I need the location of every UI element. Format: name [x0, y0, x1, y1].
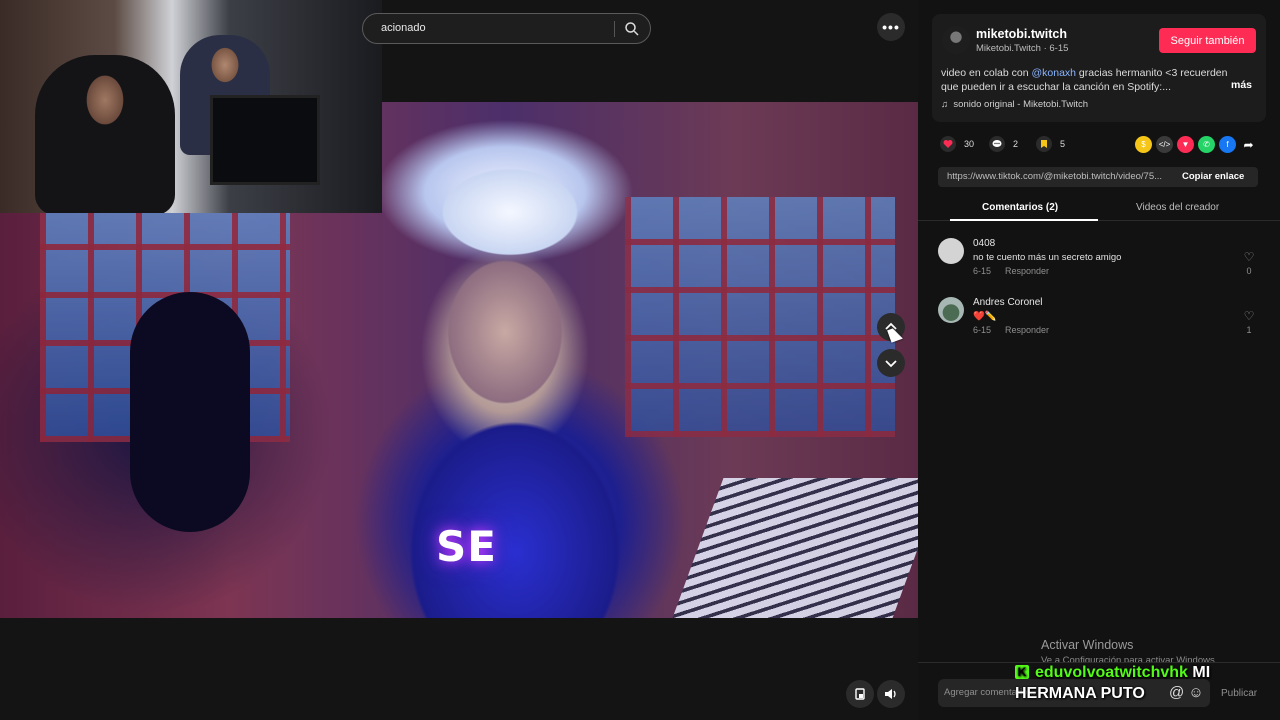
author-display-name: Miketobi.Twitch [976, 43, 1041, 54]
video-caption: SE [436, 522, 497, 571]
comment-item: 0408 no te cuento más un secreto amigo 6… [938, 238, 1268, 286]
comment-meta: 6-15 Responder [973, 325, 1063, 335]
comment-count: 2 [1013, 139, 1019, 149]
video-description: video en colab con @konaxh gracias herma… [941, 66, 1241, 94]
follow-button[interactable]: Seguir también [1159, 28, 1256, 53]
share-row: $ </> ▼ ✆ f ➦ [1135, 136, 1257, 153]
comment-icon[interactable] [989, 136, 1005, 152]
embed-icon[interactable]: </> [1156, 136, 1173, 153]
search-icon[interactable] [623, 20, 641, 38]
mention-icon[interactable]: @ [1169, 684, 1184, 701]
mention-link[interactable]: @konaxh [1031, 67, 1076, 79]
comment-like-count: 0 [1246, 266, 1252, 276]
share-icon[interactable]: ➦ [1240, 136, 1257, 153]
sound-label: sonido original - Miketobi.Twitch [953, 99, 1089, 110]
comment-text: no te cuento más un secreto amigo [973, 252, 1122, 263]
search-input[interactable]: acionado [381, 22, 426, 34]
comment-date: 6-15 [973, 266, 992, 276]
avatar[interactable] [938, 238, 964, 264]
link-box: https://www.tiktok.com/@miketobi.twitch/… [938, 167, 1258, 187]
like-count: 30 [964, 139, 975, 149]
comment-item: Andres Coronel ❤️✏️ 6-15 Responder ♡ 1 [938, 297, 1268, 345]
music-note-icon: ♫ [941, 99, 949, 110]
video-person [350, 132, 680, 618]
tab-bar: Comentarios (2) Videos del creador [918, 197, 1280, 221]
author-subline: Miketobi.Twitch · 6-15 [976, 43, 1069, 54]
comment-author[interactable]: Andres Coronel [973, 297, 1042, 308]
heart-icon[interactable] [940, 136, 956, 152]
description-text: video en colab con [941, 67, 1032, 79]
send-icon[interactable]: ▼ [1177, 136, 1194, 153]
keyboard [672, 478, 918, 618]
save-count: 5 [1060, 139, 1066, 149]
emoji-icon[interactable]: ☺ [1188, 684, 1203, 701]
chat-message-line1: MI [1192, 664, 1211, 681]
more-icon[interactable]: ••• [877, 13, 905, 41]
comment-input-icons: @ ☺ [1169, 684, 1204, 701]
heart-icon[interactable]: ♡ [1242, 309, 1256, 323]
sound-link[interactable]: ♫ sonido original - Miketobi.Twitch [941, 99, 1088, 110]
streamer [35, 55, 175, 213]
author-card: miketobi.twitch Miketobi.Twitch · 6-15 S… [932, 14, 1266, 122]
reply-button[interactable]: Responder [1005, 325, 1049, 335]
active-tab-indicator [950, 219, 1098, 221]
more-button[interactable]: más [1231, 79, 1252, 91]
video-url[interactable]: https://www.tiktok.com/@miketobi.twitch/… [947, 171, 1172, 182]
save-action[interactable]: 5 [1036, 136, 1065, 152]
comment-author[interactable]: 0408 [973, 238, 995, 249]
windows-activation-title: Activar Windows [1041, 638, 1134, 652]
search-bar[interactable]: acionado [362, 13, 651, 44]
author-username[interactable]: miketobi.twitch [976, 27, 1067, 41]
chat-username: eduvolvoatwitchvhk [1035, 664, 1188, 681]
search-divider [614, 21, 615, 37]
microphone [130, 292, 250, 532]
heart-icon[interactable]: ♡ [1242, 250, 1256, 264]
reply-button[interactable]: Responder [1005, 266, 1049, 276]
avatar[interactable] [938, 297, 964, 323]
details-panel: miketobi.twitch Miketobi.Twitch · 6-15 S… [918, 0, 1280, 720]
chevron-down-icon[interactable] [877, 349, 905, 377]
webcam-overlay [0, 0, 382, 213]
volume-icon[interactable] [877, 680, 905, 708]
whatsapp-icon[interactable]: ✆ [1198, 136, 1215, 153]
monitor [210, 95, 320, 185]
tab-comments[interactable]: Comentarios (2) [982, 202, 1058, 213]
comment-date: 6-15 [973, 325, 992, 335]
kick-icon: K [1015, 665, 1029, 679]
facebook-icon[interactable]: f [1219, 136, 1236, 153]
comment-text: ❤️✏️ [973, 311, 997, 322]
comment-action[interactable]: 2 [989, 136, 1018, 152]
pip-icon[interactable] [846, 680, 874, 708]
avatar[interactable] [942, 26, 970, 54]
like-action[interactable]: 30 [940, 136, 974, 152]
comment-like-count: 1 [1246, 325, 1252, 335]
post-date: 6-15 [1049, 43, 1069, 54]
copy-link-button[interactable]: Copiar enlace [1182, 171, 1244, 182]
tab-creator-videos[interactable]: Videos del creador [1136, 202, 1219, 213]
publish-button[interactable]: Publicar [1221, 688, 1257, 699]
comment-meta: 6-15 Responder [973, 266, 1063, 276]
video-stage: SE acionado ••• [0, 0, 918, 720]
coin-icon[interactable]: $ [1135, 136, 1152, 153]
bookmark-icon[interactable] [1036, 136, 1052, 152]
